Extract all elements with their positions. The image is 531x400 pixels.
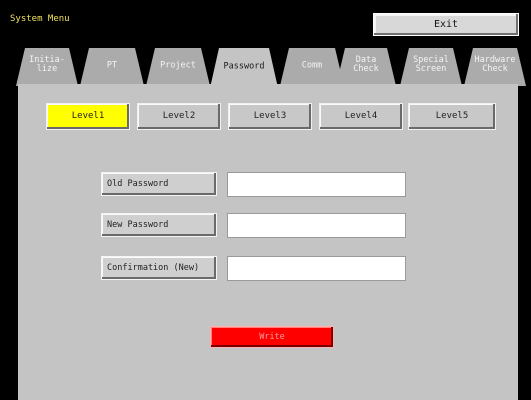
write-button[interactable]: Write — [210, 326, 334, 348]
tab-bar: Initia- lize PT Project Password Comm Da… — [16, 48, 526, 86]
tab-data-check[interactable]: Data Check — [336, 48, 396, 86]
password-panel — [18, 84, 518, 400]
tab-pt[interactable]: PT — [80, 48, 144, 86]
confirmation-label[interactable]: Confirmation (New) — [101, 256, 217, 280]
level2-button[interactable]: Level2 — [137, 103, 221, 130]
exit-button[interactable]: Exit — [373, 13, 519, 36]
tab-label: PT — [106, 60, 118, 71]
old-password-field[interactable] — [227, 172, 406, 197]
new-password-label[interactable]: New Password — [101, 213, 217, 237]
tab-label: Project — [160, 60, 196, 71]
tab-label: Password — [223, 61, 265, 72]
tab-hardware-check[interactable]: Hardware Check — [464, 48, 526, 86]
tab-comm[interactable]: Comm — [280, 48, 344, 86]
tab-password[interactable]: Password — [210, 48, 278, 88]
new-password-field[interactable] — [227, 213, 406, 238]
tab-label: Data Check — [353, 54, 379, 74]
tab-label: Special Screen — [413, 54, 449, 74]
tab-label: Comm — [301, 60, 323, 71]
level4-button[interactable]: Level4 — [319, 103, 403, 130]
level1-button[interactable]: Level1 — [46, 103, 130, 130]
tab-project[interactable]: Project — [146, 48, 210, 86]
window-title: System Menu — [10, 14, 70, 24]
old-password-label[interactable]: Old Password — [101, 172, 217, 196]
system-menu-window: System Menu Exit Initia- lize PT Project… — [0, 0, 531, 400]
confirmation-field[interactable] — [227, 256, 406, 281]
tab-label: Hardware Check — [474, 54, 516, 74]
level3-button[interactable]: Level3 — [228, 103, 312, 130]
level5-button[interactable]: Level5 — [408, 103, 496, 130]
tab-special-screen[interactable]: Special Screen — [400, 48, 462, 86]
tab-initialize[interactable]: Initia- lize — [16, 48, 78, 86]
tab-label: Initia- lize — [29, 54, 65, 74]
